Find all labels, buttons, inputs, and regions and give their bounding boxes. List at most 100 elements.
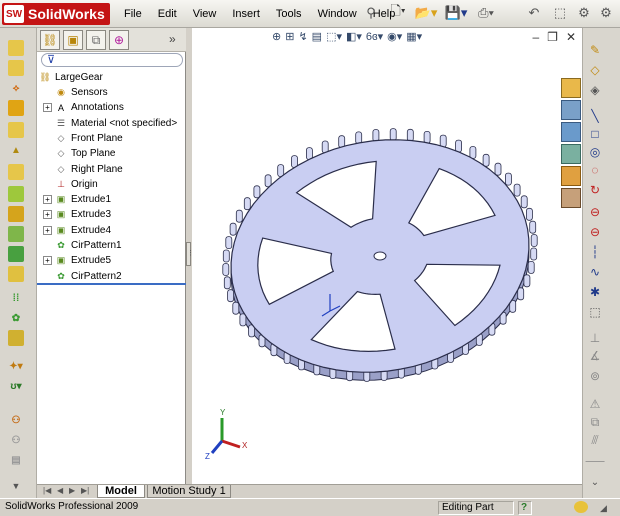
centerline-icon[interactable]: ┆ <box>587 244 603 260</box>
property-manager-tab-icon[interactable]: ▣ <box>63 30 83 50</box>
trim-icon[interactable]: ⊥ <box>587 330 603 346</box>
offset-icon[interactable]: ⊚ <box>587 368 603 384</box>
dimxpert-tab-icon[interactable]: ⊕ <box>109 30 129 50</box>
linear-pattern-icon[interactable]: ⁞⁞ <box>8 290 24 306</box>
slot-icon[interactable]: ⊖ <box>587 224 603 240</box>
menu-window[interactable]: Window <box>310 6 365 22</box>
sketch-fillet-icon[interactable]: ⬚ <box>587 304 603 320</box>
tab-motion-study[interactable]: Motion Study 1 <box>147 485 231 498</box>
collapse-panel-icon[interactable]: ⋮ <box>186 242 194 266</box>
spline-icon[interactable]: ∿ <box>587 264 603 280</box>
configuration-manager-tab-icon[interactable]: ⧉ <box>86 30 106 50</box>
expand-icon[interactable]: + <box>43 210 52 220</box>
rib-icon[interactable] <box>8 246 24 262</box>
menu-view[interactable]: View <box>185 6 225 22</box>
print-button[interactable]: ⎙▾ <box>474 4 498 22</box>
search-tab-icon[interactable] <box>561 144 581 164</box>
appearances-tab-icon[interactable] <box>561 166 581 186</box>
file-explorer-tab-icon[interactable] <box>561 122 581 142</box>
expand-toolbar-icon[interactable]: ▼ <box>8 478 24 494</box>
rebuild-icon[interactable]: ⚙ <box>576 4 592 22</box>
expand-icon[interactable]: + <box>43 103 52 113</box>
tree-root-part[interactable]: ⛓ LargeGear <box>39 70 103 85</box>
sketch-line-icon[interactable]: ╲ <box>587 108 603 124</box>
point-icon[interactable]: ✱ <box>587 284 603 300</box>
tree-item[interactable]: ✿ CirPattern2 <box>43 269 121 284</box>
options-icon[interactable]: ⚙ <box>598 4 614 22</box>
tree-item[interactable]: + ▣ Extrude5 <box>43 253 111 268</box>
reference-geometry-icon[interactable]: ✦▾ <box>8 358 24 374</box>
revolved-cut-icon[interactable]: ▲ <box>8 142 24 158</box>
tab-model[interactable]: Model <box>97 485 145 498</box>
lofted-boss-icon[interactable] <box>8 100 24 116</box>
revolved-boss-icon[interactable] <box>8 60 24 76</box>
tangent-arc-icon[interactable]: ↻ <box>587 182 603 198</box>
solidworks-logo[interactable]: SW SolidWorks <box>2 3 110 25</box>
first-tab-icon[interactable]: |◀ <box>43 486 51 495</box>
tabs-overflow-icon[interactable]: » <box>169 32 176 46</box>
tree-item[interactable]: ✿ CirPattern1 <box>43 238 121 253</box>
tree-item[interactable]: + ▣ Extrude4 <box>43 223 111 238</box>
gear-model-view[interactable]: Y X Z <box>192 28 582 484</box>
disabled-tool-1-icon[interactable]: ⚇ <box>8 432 24 448</box>
custom-properties-tab-icon[interactable] <box>561 188 581 208</box>
menu-file[interactable]: File <box>116 6 150 22</box>
circular-pattern-tool-icon[interactable]: ✿ <box>8 310 24 326</box>
circle-icon[interactable]: ◎ <box>587 144 603 160</box>
tree-item[interactable]: ◇ Front Plane <box>43 131 123 146</box>
prev-tab-icon[interactable]: ◀ <box>57 486 63 495</box>
tree-item[interactable]: + ▣ Extrude3 <box>43 207 111 222</box>
chamfer-icon[interactable] <box>8 226 24 242</box>
extend-icon[interactable]: ∡ <box>587 348 603 364</box>
graphics-area[interactable]: ⊕ ⊞ ↯ ▤ ⬚▾ ◧▾ 6ɞ▾ ◉▾ ▦▾ – ❐ ✕ Y X Z <box>192 28 582 484</box>
tree-item[interactable]: + A Annotations <box>43 100 124 115</box>
last-tab-icon[interactable]: ▶| <box>81 486 89 495</box>
new-document-button[interactable]: 🗋▾ <box>386 3 410 22</box>
pin-icon[interactable]: ⚲ <box>362 4 380 22</box>
tree-item[interactable]: ◇ Right Plane <box>43 162 123 177</box>
rollback-bar[interactable] <box>37 283 186 285</box>
smart-dimension-icon[interactable]: ◇ <box>587 62 603 78</box>
expand-icon[interactable]: + <box>43 256 52 266</box>
curves-icon[interactable]: ʊ▾ <box>8 378 24 394</box>
save-button[interactable]: 💾▾ <box>444 4 468 22</box>
fillet-icon[interactable] <box>8 206 24 222</box>
move-entities-icon[interactable]: ⸺ <box>585 452 605 468</box>
disabled-tool-2-icon[interactable]: ▤ <box>8 452 24 468</box>
feature-tree-tab-icon[interactable]: ⛓ <box>40 30 60 50</box>
shell-icon[interactable] <box>8 266 24 282</box>
tree-item[interactable]: ◇ Top Plane <box>43 146 116 161</box>
lofted-cut-icon[interactable] <box>8 186 24 202</box>
swept-boss-icon[interactable]: ⟡ <box>8 80 24 96</box>
feature-filter-input[interactable]: ⊽ <box>41 53 183 67</box>
swept-cut-icon[interactable] <box>8 164 24 180</box>
instant3d-icon[interactable]: ⚇ <box>8 412 24 428</box>
help-button[interactable]: ? <box>518 501 532 515</box>
line-icon[interactable]: ◈ <box>587 82 603 98</box>
arc-icon[interactable]: ◌ <box>587 162 603 178</box>
mirror-entities-icon[interactable]: ⫻ <box>587 432 603 448</box>
mirror-icon[interactable] <box>8 330 24 346</box>
open-button[interactable]: 📂▾ <box>414 4 438 22</box>
extruded-cut-icon[interactable] <box>8 122 24 138</box>
rebuild-status-icon[interactable] <box>574 501 588 513</box>
tree-item[interactable]: + ▣ Extrude1 <box>43 192 111 207</box>
convert-entities-icon[interactable]: ⧉ <box>587 414 603 430</box>
tree-item[interactable]: ◉ Sensors <box>43 85 108 100</box>
design-library-tab-icon[interactable] <box>561 100 581 120</box>
tree-item[interactable]: ☰ Material <not specified> <box>43 116 177 131</box>
expand-sketch-toolbar-icon[interactable]: ⌄ <box>587 474 603 490</box>
menu-insert[interactable]: Insert <box>224 6 268 22</box>
expand-icon[interactable]: + <box>43 225 52 235</box>
rectangle-icon[interactable]: □ <box>587 126 603 142</box>
sketch-icon[interactable]: ✎ <box>587 42 603 58</box>
undo-icon[interactable]: ↶ <box>526 4 542 22</box>
ellipse-icon[interactable]: ⊖ <box>587 204 603 220</box>
warning-icon[interactable]: ⚠ <box>587 396 603 412</box>
resources-tab-icon[interactable] <box>561 78 581 98</box>
expand-icon[interactable]: + <box>43 195 52 205</box>
menu-edit[interactable]: Edit <box>150 6 185 22</box>
menu-tools[interactable]: Tools <box>268 6 310 22</box>
extruded-boss-icon[interactable] <box>8 40 24 56</box>
next-tab-icon[interactable]: ▶ <box>69 486 75 495</box>
